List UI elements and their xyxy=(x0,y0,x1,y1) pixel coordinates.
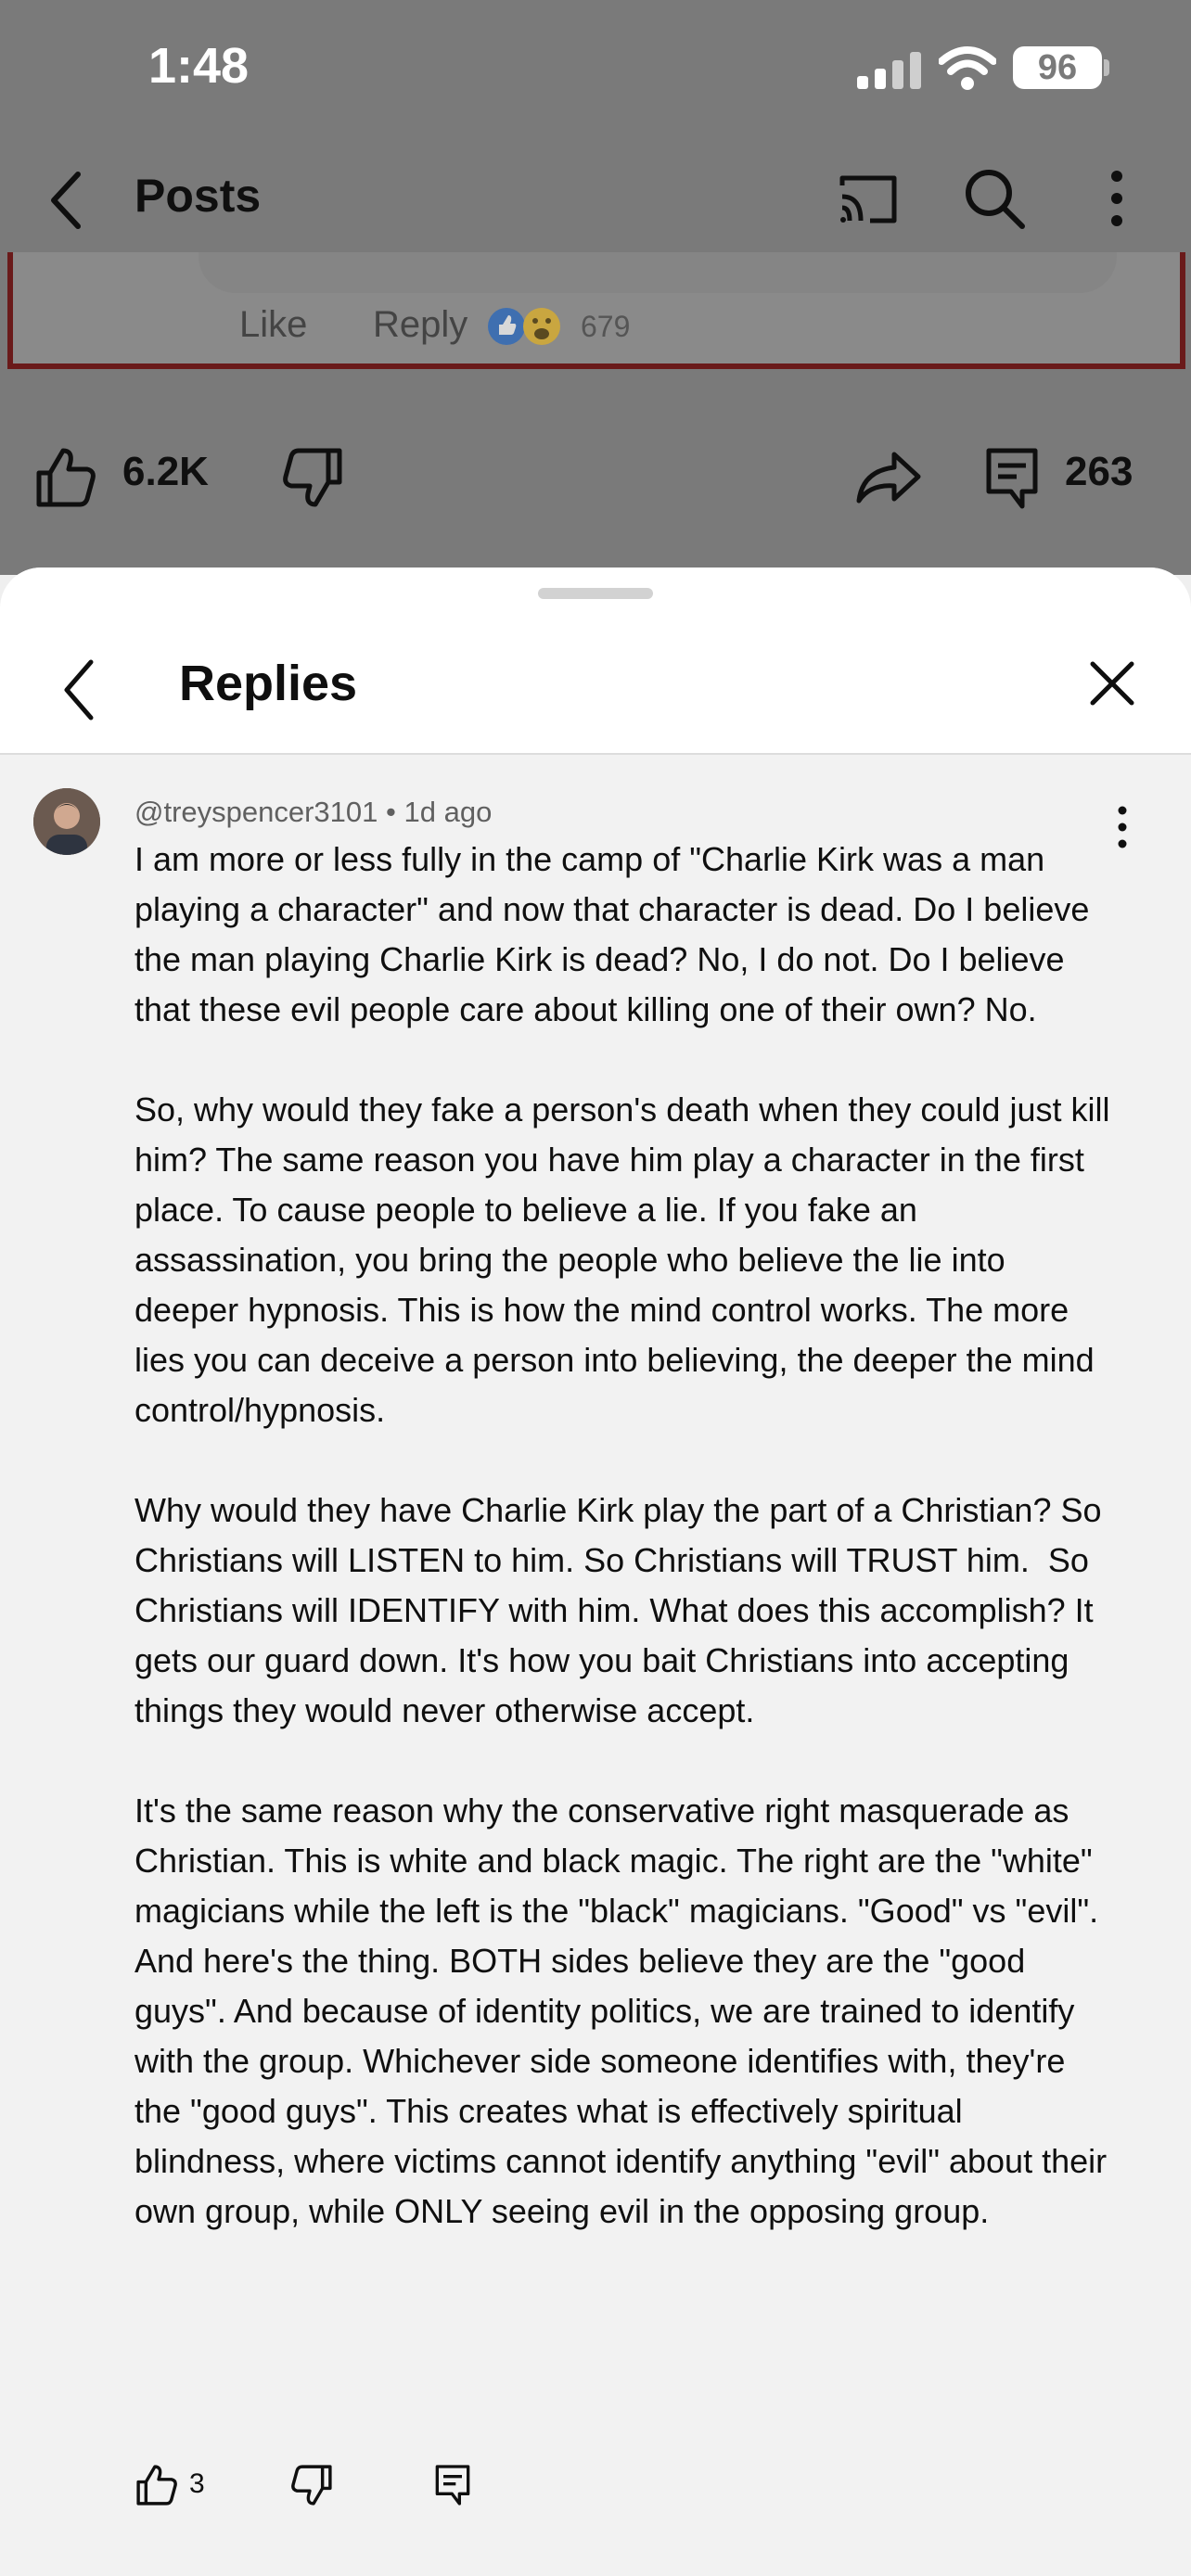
comment-icon[interactable] xyxy=(432,2463,473,2507)
battery-tip xyxy=(1104,59,1109,76)
sheet-title: Replies xyxy=(179,656,358,711)
drag-handle[interactable] xyxy=(538,588,653,599)
comment-icon[interactable] xyxy=(983,445,1041,512)
comment-meta: @treyspencer3101 • 1d ago xyxy=(134,796,492,829)
post-image-comment-bubble xyxy=(198,252,1117,293)
post-image-like-text: Like xyxy=(239,304,308,345)
avatar-image xyxy=(33,788,100,855)
page-title: Posts xyxy=(134,170,262,222)
more-vert-icon[interactable] xyxy=(1100,163,1133,234)
avatar[interactable] xyxy=(33,788,100,855)
wifi-icon xyxy=(939,46,996,90)
post-image[interactable]: Like Reply 679 xyxy=(7,252,1185,369)
sheet-header: Replies xyxy=(0,567,1191,755)
comment-author[interactable]: @treyspencer3101 xyxy=(134,796,378,828)
like-count: 6.2K xyxy=(122,449,209,494)
back-icon[interactable] xyxy=(41,163,93,237)
thumb-down-icon[interactable] xyxy=(289,2463,334,2507)
comment-like-count: 3 xyxy=(189,2468,205,2499)
post-image-reply-text: Reply xyxy=(373,304,468,345)
comment-count: 263 xyxy=(1065,449,1133,494)
meta-separator: • xyxy=(386,796,396,828)
post-action-bar: 6.2K 263 xyxy=(0,427,1191,519)
search-icon[interactable] xyxy=(959,163,1030,234)
reaction-icons xyxy=(488,308,560,345)
replies-sheet: Replies @treyspencer3101 • 1d ago I am m… xyxy=(0,567,1191,2576)
post-image-reaction-count: 679 xyxy=(581,310,631,343)
comment-text: I am more or less fully in the camp of "… xyxy=(134,840,1110,2230)
thumb-up-icon[interactable] xyxy=(134,2463,179,2507)
cast-icon[interactable] xyxy=(835,165,902,232)
thumb-down-icon[interactable] xyxy=(280,445,345,510)
comment-age: 1d ago xyxy=(403,796,493,828)
status-time: 1:48 xyxy=(148,38,250,94)
status-bar: 1:48 96 xyxy=(0,0,1191,139)
battery-icon: 96 xyxy=(1013,46,1102,89)
thumb-up-icon[interactable] xyxy=(33,445,98,510)
top-app-bar: Posts xyxy=(0,148,1191,250)
signal-icon xyxy=(857,52,921,89)
share-icon[interactable] xyxy=(853,447,924,506)
close-icon[interactable] xyxy=(1087,658,1137,708)
back-icon[interactable] xyxy=(56,653,102,727)
